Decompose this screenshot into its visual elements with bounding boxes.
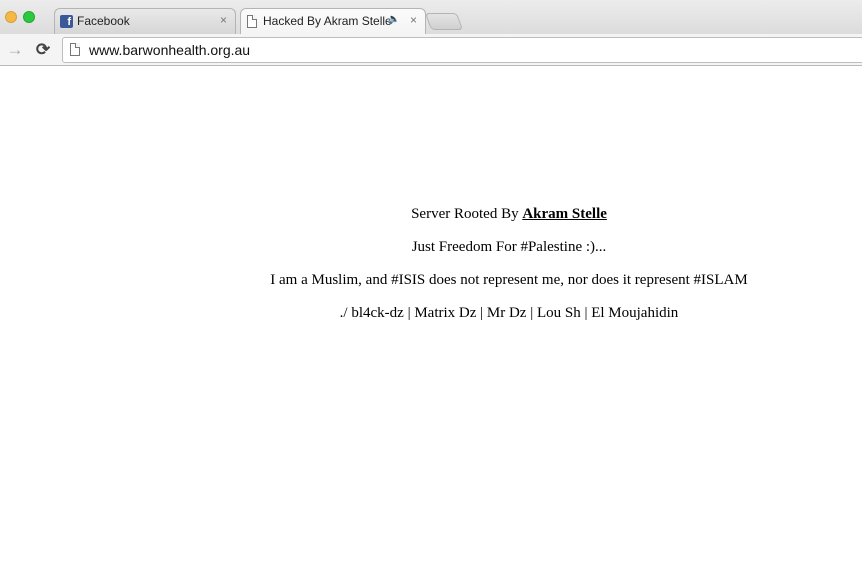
forward-button[interactable]: →: [5, 40, 25, 60]
close-tab-icon[interactable]: ×: [220, 13, 227, 27]
tab-label: Hacked By Akram Stelle: [263, 14, 392, 28]
audio-playing-icon[interactable]: 🔈: [388, 14, 400, 25]
tab-strip: f Facebook × Hacked By Akram Stelle 🔈 ×: [0, 0, 862, 34]
page-icon: [70, 43, 80, 56]
page-content: Server Rooted By Akram Stelle Just Freed…: [0, 67, 862, 575]
facebook-icon: f: [60, 15, 73, 28]
browser-toolbar: → ⟳ www.barwonhealth.org.au: [0, 34, 862, 66]
statement-line: I am a Muslim, and #ISIS does not repres…: [270, 272, 748, 288]
freedom-line: Just Freedom For #Palestine :)...: [411, 239, 607, 255]
tab-label: Facebook: [77, 14, 130, 28]
rooted-by-line: Server Rooted By Akram Stelle: [78, 206, 862, 223]
rooted-by-text: Server Rooted By: [411, 206, 523, 222]
window-minimize-button[interactable]: [5, 11, 17, 23]
tab-facebook[interactable]: f Facebook ×: [54, 8, 236, 34]
window-maximize-button[interactable]: [23, 11, 35, 23]
reload-button[interactable]: ⟳: [33, 40, 53, 60]
close-tab-icon[interactable]: ×: [410, 13, 417, 27]
credits-line: ./ bl4ck-dz | Matrix Dz | Mr Dz | Lou Sh…: [339, 305, 679, 321]
author-link[interactable]: Akram Stelle: [522, 206, 607, 222]
tab-hacked-by-akram-stelle[interactable]: Hacked By Akram Stelle 🔈 ×: [240, 8, 426, 34]
url-text[interactable]: www.barwonhealth.org.au: [89, 42, 250, 58]
new-tab-button[interactable]: [424, 13, 464, 30]
address-bar[interactable]: www.barwonhealth.org.au: [62, 37, 862, 63]
page-icon: [247, 15, 257, 28]
